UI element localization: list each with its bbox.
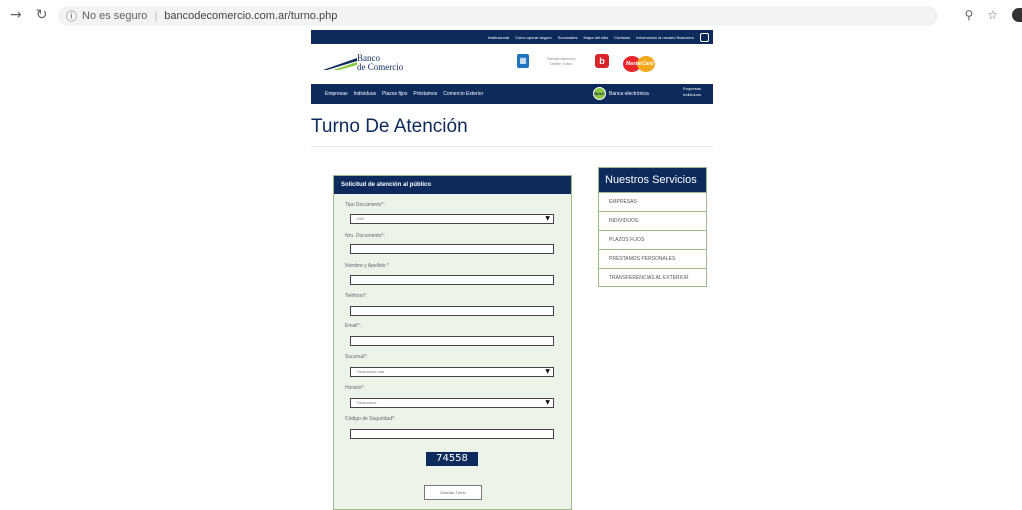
zoom-icon[interactable]: ⚲ xyxy=(964,8,973,22)
dropdown-arrow-icon: ▼ xyxy=(545,215,550,222)
email-label: Email*: xyxy=(345,323,361,329)
bna-logo[interactable]: b xyxy=(595,54,609,68)
bookmark-star-icon[interactable]: ☆ xyxy=(987,8,998,22)
topbar-link[interactable]: Cómo operar seguro xyxy=(515,35,552,40)
nav-item[interactable]: Empresas xyxy=(325,91,348,97)
nav-item[interactable]: Préstamos xyxy=(413,91,437,97)
profile-avatar[interactable] xyxy=(1012,8,1022,22)
site-header: Banco de Comercio ▦ Solicitá atención On… xyxy=(311,44,713,84)
address-bar[interactable]: ⓘ No es seguro | bancodecomercio.com.ar/… xyxy=(58,6,938,26)
info-icon[interactable]: ⓘ xyxy=(66,8,77,24)
turno-promo-text[interactable]: Solicitá atención Online Turno xyxy=(543,56,579,66)
dropdown-arrow-icon: ▼ xyxy=(545,368,550,375)
sucursal-label: Sucursal*: xyxy=(345,354,368,360)
codigo-input[interactable] xyxy=(350,429,554,439)
empresas-individuos-link[interactable]: Empresas Individuos xyxy=(677,86,707,98)
appointment-form: Solicitud de atención al público Tipo Do… xyxy=(333,175,572,510)
horario-label: Horario*: xyxy=(345,385,365,391)
nav-item[interactable]: Individuos xyxy=(354,91,377,97)
nro-documento-input[interactable] xyxy=(350,244,554,254)
window-icon[interactable] xyxy=(700,32,709,42)
topbar-link[interactable]: Institucional xyxy=(488,35,509,40)
forward-arrow-icon[interactable]: → xyxy=(10,7,22,23)
page-title: Turno De Atención xyxy=(311,116,468,137)
tipo-documento-select[interactable]: DNI ▼ xyxy=(350,214,554,224)
calendar-icon[interactable]: ▦ xyxy=(517,54,529,68)
ebank-icon: BdeC xyxy=(593,87,606,100)
browser-toolbar: → ↻ ⓘ No es seguro | bancodecomercio.com… xyxy=(0,0,1022,30)
logo-line-2: de Comercio xyxy=(357,62,404,72)
codigo-label: Código de Seguridad*: xyxy=(345,416,396,422)
top-utility-bar: Institucional Cómo operar seguro Sucursa… xyxy=(311,30,713,44)
dropdown-arrow-icon: ▼ xyxy=(545,399,550,406)
captcha-image: 74558 xyxy=(426,452,478,466)
site-container: Institucional Cómo operar seguro Sucursa… xyxy=(311,30,713,104)
reload-icon[interactable]: ↻ xyxy=(36,7,48,23)
title-divider xyxy=(311,146,713,147)
bank-logo-icon[interactable] xyxy=(323,58,357,70)
mastercard-label: MasterCard xyxy=(626,61,654,67)
topbar-link[interactable]: Mapa del sitio xyxy=(583,35,608,40)
topbar-link[interactable]: Sucursales xyxy=(558,35,578,40)
service-link[interactable]: EMPRESAS xyxy=(599,192,706,211)
mastercard-logo[interactable]: MasterCard xyxy=(623,56,657,72)
sucursal-select[interactable]: Seleccione una ▼ xyxy=(350,367,554,377)
horario-value: Seleccione xyxy=(357,400,377,405)
service-link[interactable]: PLAZOS FIJOS xyxy=(599,230,706,249)
security-status: No es seguro xyxy=(82,10,148,22)
horario-select[interactable]: Seleccione ▼ xyxy=(350,398,554,408)
services-title: Nuestros Servicios xyxy=(599,168,706,192)
telefono-label: Teléfono*: xyxy=(345,293,368,299)
browser-actions: ⚲ ☆ xyxy=(964,8,1022,22)
topbar-link[interactable]: Información al usuario financiero xyxy=(636,35,694,40)
nombre-label: Nombre y Apellido * xyxy=(345,263,389,269)
bank-logo-text[interactable]: Banco de Comercio xyxy=(357,54,403,72)
tipo-documento-value: DNI xyxy=(357,216,364,221)
banca-electronica-label: Banca electrónica xyxy=(609,90,649,97)
services-panel: Nuestros Servicios EMPRESAS INDIVIDUOS P… xyxy=(598,167,707,287)
nro-documento-label: Nro. Documento*: xyxy=(345,233,385,239)
sucursal-value: Seleccione una xyxy=(357,369,385,374)
service-link[interactable]: TRANSFERENCIAS AL EXTERIOR xyxy=(599,268,706,287)
service-link[interactable]: INDIVIDUOS xyxy=(599,211,706,230)
nav-item[interactable]: Plazos fijos xyxy=(382,91,407,97)
main-nav: Empresas Individuos Plazos fijos Préstam… xyxy=(311,84,713,104)
email-input[interactable] xyxy=(350,336,554,346)
tipo-documento-label: Tipo Documento*: xyxy=(345,202,385,208)
topbar-link[interactable]: Contacto xyxy=(614,35,630,40)
url-text[interactable]: bancodecomercio.com.ar/turno.php xyxy=(164,10,337,22)
form-title: Solicitud de atención al público xyxy=(334,176,571,194)
nombre-input[interactable] xyxy=(350,275,554,285)
nav-item[interactable]: Comercio Exterior xyxy=(443,91,483,97)
submit-button[interactable]: Solicitar Turno xyxy=(424,485,482,500)
service-link[interactable]: PRÉSTAMOS PERSONALES xyxy=(599,249,706,268)
omnibox-divider: | xyxy=(154,10,158,22)
banca-electronica-link[interactable]: BdeC Banca electrónica xyxy=(593,87,649,100)
telefono-input[interactable] xyxy=(350,306,554,316)
